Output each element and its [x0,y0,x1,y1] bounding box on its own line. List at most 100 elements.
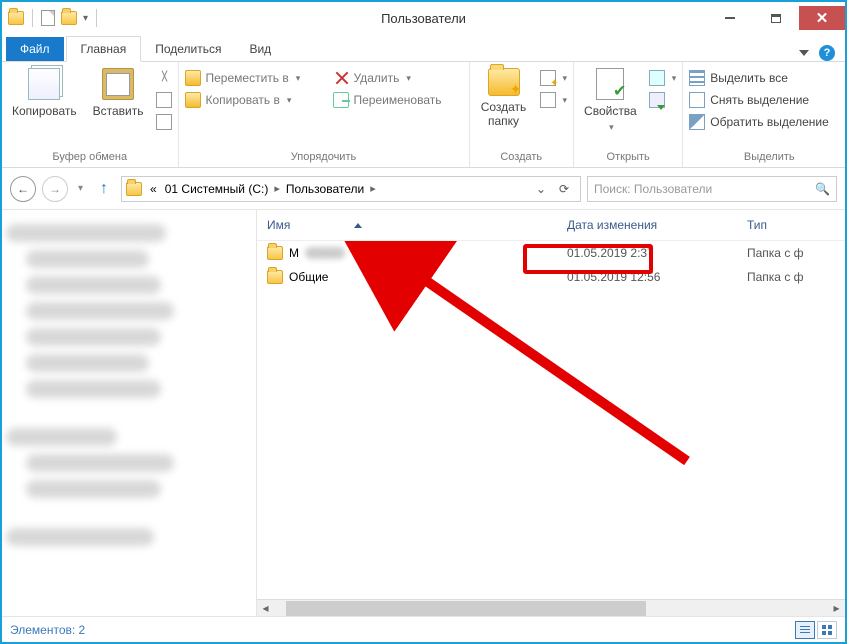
new-folder-label-1: Создать [481,100,527,114]
view-switcher [795,621,837,639]
up-button[interactable]: ↑ [93,177,115,201]
minimize-button[interactable] [707,6,753,30]
collapse-ribbon-icon[interactable] [799,50,809,56]
item-type: Папка с ф [737,270,845,284]
ribbon-tabs: Файл Главная Поделиться Вид ? [2,34,845,62]
breadcrumb-drive[interactable]: 01 Системный (C:) [161,182,273,196]
copy-to-icon [185,92,201,108]
close-button[interactable]: ✕ [799,6,845,30]
group-new: ✦ Создать папку ▾ ▾ Создать [470,62,575,167]
quick-access-toolbar: ▾ [2,9,105,27]
select-none-button[interactable]: Снять выделение [689,92,847,108]
list-item[interactable]: М 01.05.2019 2:37 Папка с ф [257,241,845,265]
delete-button[interactable]: Удалить ▾ [333,70,463,86]
horizontal-scrollbar[interactable]: ◂ ▸ [257,599,845,616]
tab-share[interactable]: Поделиться [141,37,235,61]
breadcrumb-prefix[interactable]: « [146,182,161,196]
qat-properties-icon[interactable] [41,10,55,26]
copy-button[interactable]: Копировать [8,66,81,120]
column-type[interactable]: Тип [737,218,845,232]
copy-to-button[interactable]: Копировать в ▾ [185,92,325,108]
maximize-button[interactable] [753,6,799,30]
breadcrumb-folder[interactable]: Пользователи [282,182,368,196]
copy-path-button[interactable] [156,92,172,108]
tree-item-blurred [6,224,166,242]
ribbon: Копировать Вставить Буфер обмена [2,62,845,168]
delete-icon [333,70,349,86]
item-type: Папка с ф [737,246,845,260]
paste-icon [102,68,134,100]
select-none-label: Снять выделение [710,93,809,107]
content-area: Имя Дата изменения Тип М 01.05.2019 2:37… [2,210,845,616]
new-folder-label-2: папку [488,114,519,128]
paste-button[interactable]: Вставить [89,66,148,120]
tree-item-blurred [26,250,149,268]
list-item[interactable]: Общие 01.05.2019 12:56 Папка с ф [257,265,845,289]
tab-file[interactable]: Файл [6,37,64,61]
group-select: Выделить все Снять выделение Обратить вы… [683,62,847,167]
history-dropdown-icon[interactable]: ▾ [74,183,87,194]
qat-newfolder-icon[interactable] [61,11,77,25]
qat-separator [32,9,33,27]
nav-bar: ← → ▾ ↑ « 01 Системный (C:) ▸ Пользовате… [2,168,845,210]
tab-home[interactable]: Главная [66,36,142,62]
new-folder-icon: ✦ [488,68,520,96]
tree-item-blurred [26,302,174,320]
cut-button[interactable] [156,70,172,86]
search-input[interactable]: Поиск: Пользователи 🔍 [587,176,837,202]
chevron-down-icon: ▾ [406,73,411,84]
breadcrumb-sep-icon[interactable]: ▸ [272,182,282,195]
history-button[interactable] [649,92,677,108]
back-button[interactable]: ← [10,176,36,202]
details-view-button[interactable] [795,621,815,639]
copy-path-icon [156,92,172,108]
rows-container: М 01.05.2019 2:37 Папка с ф Общие 01.05.… [257,241,845,599]
help-icon[interactable]: ? [819,45,835,61]
address-dropdown-icon[interactable]: ⌄ [530,182,552,196]
rename-button[interactable]: Переименовать [333,92,463,108]
paste-shortcut-button[interactable] [156,114,172,130]
navigation-tree[interactable] [2,210,257,616]
addr-folder-icon [126,182,142,196]
easy-access-icon [540,92,556,108]
chevron-down-icon: ▾ [563,95,568,106]
move-to-button[interactable]: Переместить в ▾ [185,70,325,86]
explorer-window: ▾ Пользователи ✕ Файл Главная Поделиться… [0,0,847,644]
address-bar[interactable]: « 01 Системный (C:) ▸ Пользователи ▸ ⌄ ⟳ [121,176,581,202]
open-button[interactable]: ▾ [649,70,677,86]
icons-view-icon [822,625,832,635]
item-name: Общие [289,270,328,284]
rename-label: Переименовать [354,93,442,107]
icons-view-button[interactable] [817,621,837,639]
refresh-button[interactable]: ⟳ [552,182,576,196]
scroll-thumb[interactable] [286,601,646,616]
properties-button[interactable]: Свойства ▾ [580,66,641,135]
column-name[interactable]: Имя [257,218,557,232]
group-organize-label: Упорядочить [185,149,463,167]
item-name: М [289,246,299,260]
scroll-left-icon[interactable]: ◂ [257,601,274,615]
search-icon: 🔍 [815,182,830,196]
group-clipboard: Копировать Вставить Буфер обмена [2,62,179,167]
sort-asc-icon [354,223,362,228]
column-date[interactable]: Дата изменения [557,218,737,232]
easy-access-button[interactable]: ▾ [540,92,568,108]
copy-to-label: Копировать в [206,93,280,107]
rename-icon [333,92,349,108]
maximize-icon [771,14,781,23]
new-item-button[interactable]: ▾ [540,70,568,86]
invert-selection-button[interactable]: Обратить выделение [689,114,847,130]
select-all-button[interactable]: Выделить все [689,70,847,86]
new-folder-button[interactable]: ✦ Создать папку [476,66,532,130]
tab-view[interactable]: Вид [235,37,285,61]
tree-item-blurred [6,428,117,446]
title-bar: ▾ Пользователи ✕ [2,2,845,34]
breadcrumb-sep-icon[interactable]: ▸ [368,182,378,195]
invert-selection-icon [689,114,705,130]
open-icon [649,70,665,86]
status-bar: Элементов: 2 [2,616,845,642]
copy-icon [28,68,60,100]
qat-dropdown-icon[interactable]: ▾ [83,13,88,24]
scroll-right-icon[interactable]: ▸ [828,601,845,615]
forward-button[interactable]: → [42,176,68,202]
